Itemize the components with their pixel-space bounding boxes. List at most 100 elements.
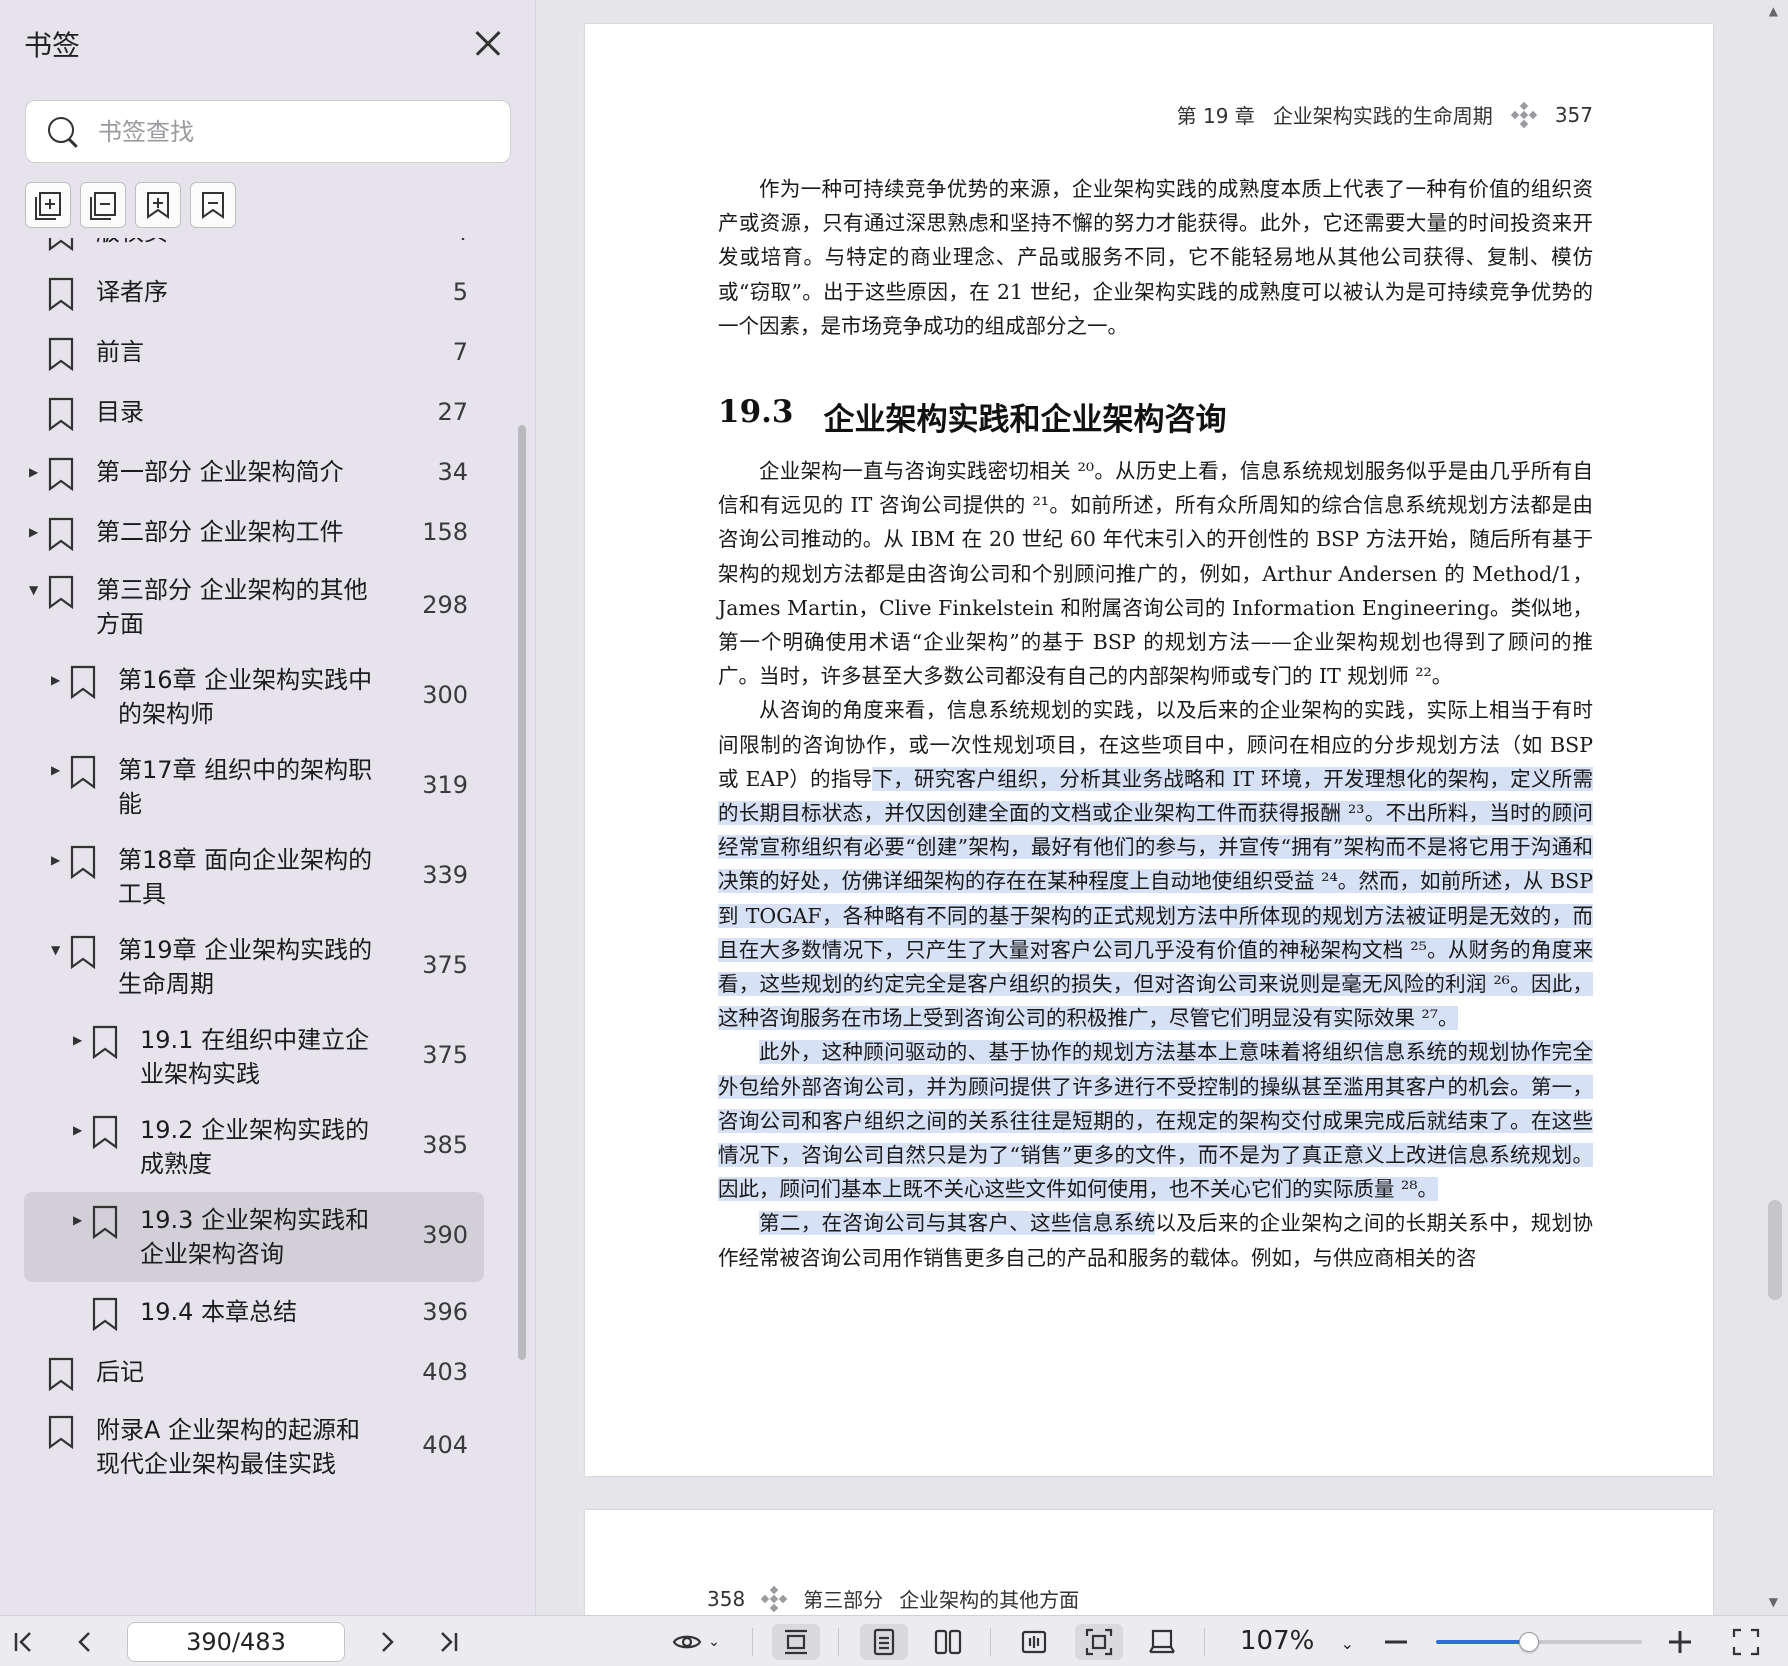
section-title: 企业架构实践和企业架构咨询 xyxy=(823,402,1227,438)
bookmark-icon xyxy=(92,1025,118,1059)
fullscreen-icon xyxy=(1732,1628,1760,1656)
rotate-button[interactable] xyxy=(1138,1624,1186,1660)
separator xyxy=(990,1628,991,1656)
bookmark-label: 第17章 组织中的架构职能 xyxy=(118,756,373,818)
highlighted-text[interactable]: 下，研究客户组织，分析其业务战略和 IT 环境，开发理想化的架构，定义所需的长期… xyxy=(718,766,1593,1031)
two-page-button[interactable] xyxy=(924,1624,972,1660)
bookmark-item[interactable]: 译者序 5 xyxy=(0,262,520,322)
zoom-out-button[interactable] xyxy=(1380,1624,1412,1660)
bookmark-page-number: 27 xyxy=(437,398,468,426)
bookmark-icon xyxy=(92,1297,118,1331)
bookmark-page-number: 298 xyxy=(422,591,468,619)
first-page-icon xyxy=(14,1632,31,1652)
collapsed-arrow-icon[interactable]: ▶ xyxy=(51,763,65,777)
sidebar-scrollbar[interactable] xyxy=(518,425,526,1360)
zoom-slider-fill xyxy=(1436,1640,1529,1644)
add-bookmark-button[interactable] xyxy=(135,182,181,228)
separator xyxy=(752,1628,753,1656)
fullscreen-button[interactable] xyxy=(1728,1624,1764,1660)
zoom-in-button[interactable] xyxy=(1664,1624,1696,1660)
highlighted-text[interactable]: 此外，这种顾问驱动的、基于协作的规划方法基本上意味着将组织信息系统的规划协作完全… xyxy=(718,1040,1593,1202)
bookmark-item[interactable]: ▼ 第三部分 企业架构的其他方面 298 xyxy=(0,562,520,652)
collapsed-arrow-icon[interactable]: ▶ xyxy=(73,1033,87,1047)
zoom-in-icon xyxy=(1669,1631,1691,1653)
bookmark-label: 第三部分 企业架构的其他方面 xyxy=(96,576,368,638)
viewer-scrollbar[interactable] xyxy=(1768,1200,1782,1300)
search-icon xyxy=(48,117,80,149)
bookmark-item[interactable]: 附录A 企业架构的起源和现代企业架构最佳实践 404 xyxy=(0,1402,520,1492)
zoom-slider[interactable] xyxy=(1436,1632,1642,1652)
zoom-slider-knob[interactable] xyxy=(1518,1632,1539,1652)
collapsed-arrow-icon[interactable]: ▶ xyxy=(73,1123,87,1137)
bookmark-item[interactable]: 19.4 本章总结 396 xyxy=(0,1282,520,1342)
single-page-icon xyxy=(873,1628,895,1656)
section-number: 19.3 xyxy=(718,394,794,430)
part-title: 企业架构的其他方面 xyxy=(899,1588,1080,1612)
bookmark-label: 第一部分 企业架构简介 xyxy=(96,458,344,486)
bookmark-label: 19.4 本章总结 xyxy=(140,1298,298,1326)
bookmark-list: 版权页 4 译者序 5 前言 7 目录 27 ▶ 第一部分 企业架构简介 34 ▶ 第二部分 企业架构工… xyxy=(0,238,520,1615)
bookmark-label: 后记 xyxy=(96,1358,144,1386)
first-page-button[interactable] xyxy=(8,1624,38,1660)
zoom-level[interactable]: 107% ⌄ xyxy=(1240,1626,1354,1656)
prev-page-button[interactable] xyxy=(70,1624,100,1660)
scroll-up-icon[interactable]: ▲ xyxy=(1769,4,1778,18)
bookmark-item[interactable]: ▶ 19.1 在组织中建立企业架构实践 375 xyxy=(0,1012,520,1102)
fit-screen-button[interactable] xyxy=(1075,1624,1123,1660)
next-page-button[interactable] xyxy=(372,1624,402,1660)
fit-height-button[interactable] xyxy=(772,1624,820,1660)
bookmark-item[interactable]: ▶ 第16章 企业架构实践中的架构师 300 xyxy=(0,652,520,742)
chevron-down-icon: ⌄ xyxy=(1340,1634,1355,1653)
bookmark-icon xyxy=(48,1357,74,1391)
collapsed-arrow-icon[interactable]: ▶ xyxy=(51,853,65,867)
bookmark-item[interactable]: 版权页 4 xyxy=(0,238,520,262)
bookmark-sidebar: 书签 版权页4译者序5前言7目录27▶第一部分 企业架构简介34▶第二部分 xyxy=(0,0,536,1615)
bookmark-item[interactable]: ▶ 第一部分 企业架构简介 34 xyxy=(0,442,520,502)
bookmark-item[interactable]: 前言 7 xyxy=(0,322,520,382)
bookmark-item[interactable]: ▶ 19.2 企业架构实践的成熟度 385 xyxy=(0,1102,520,1192)
highlighted-text[interactable]: 第二，在咨询公司与其客户、这些信息系统 xyxy=(759,1211,1156,1236)
bookmark-item[interactable]: ▶ 19.3 企业架构实践和企业架构咨询 390 xyxy=(0,1192,520,1282)
text-block-intro: 作为一种可持续竞争优势的来源，企业架构实践的成熟度本质上代表了一种有价值的组织资… xyxy=(718,172,1593,343)
bookmark-item[interactable]: ▼ 第19章 企业架构实践的生命周期 375 xyxy=(0,922,520,1012)
remove-bookmark-button[interactable] xyxy=(190,182,236,228)
chapter-title: 企业架构实践的生命周期 xyxy=(1272,104,1493,128)
remove-bookmark-icon xyxy=(202,192,224,219)
expand-all-button[interactable] xyxy=(25,182,71,228)
bookmark-label: 附录A 企业架构的起源和现代企业架构最佳实践 xyxy=(96,1416,361,1478)
close-icon[interactable] xyxy=(470,26,506,62)
page-view-button[interactable] xyxy=(1010,1624,1058,1660)
expanded-arrow-icon[interactable]: ▼ xyxy=(51,943,65,957)
fit-height-icon xyxy=(785,1629,807,1655)
single-page-button[interactable] xyxy=(860,1624,908,1660)
separator xyxy=(838,1628,839,1656)
page-number-input[interactable] xyxy=(127,1622,345,1662)
bookmark-label: 19.1 在组织中建立企业架构实践 xyxy=(140,1026,370,1088)
bookmark-search-box[interactable] xyxy=(25,100,511,163)
bookmark-page-number: 5 xyxy=(452,278,468,306)
ornament-icon xyxy=(1510,101,1537,128)
collapsed-arrow-icon[interactable]: ▶ xyxy=(29,525,43,539)
collapsed-arrow-icon[interactable]: ▶ xyxy=(51,673,65,687)
page-view-icon xyxy=(1021,1630,1047,1654)
last-page-button[interactable] xyxy=(434,1624,464,1660)
running-header: 358 第三部分 企业架构的其他方面 xyxy=(707,1584,1079,1613)
collapsed-arrow-icon[interactable]: ▶ xyxy=(29,465,43,479)
view-mode-dropdown[interactable]: ⌄ xyxy=(664,1624,728,1660)
bookmark-icon xyxy=(48,1415,74,1449)
bookmark-label: 前言 xyxy=(96,338,144,366)
bookmark-search-input[interactable] xyxy=(98,111,498,153)
bookmark-item[interactable]: ▶ 第17章 组织中的架构职能 319 xyxy=(0,742,520,832)
zoom-value: 107% xyxy=(1240,1626,1315,1656)
bookmark-page-number: 403 xyxy=(422,1358,468,1386)
bookmark-item[interactable]: 后记 403 xyxy=(0,1342,520,1402)
bookmark-item[interactable]: ▶ 第18章 面向企业架构的工具 339 xyxy=(0,832,520,922)
collapse-all-button[interactable] xyxy=(80,182,126,228)
bookmark-icon xyxy=(48,517,74,551)
scroll-down-icon[interactable]: ▼ xyxy=(1769,1595,1778,1609)
page-number: 357 xyxy=(1554,102,1593,127)
bookmark-item[interactable]: ▶ 第二部分 企业架构工件 158 xyxy=(0,502,520,562)
expanded-arrow-icon[interactable]: ▼ xyxy=(29,583,43,597)
collapsed-arrow-icon[interactable]: ▶ xyxy=(73,1213,87,1227)
bookmark-item[interactable]: 目录 27 xyxy=(0,382,520,442)
